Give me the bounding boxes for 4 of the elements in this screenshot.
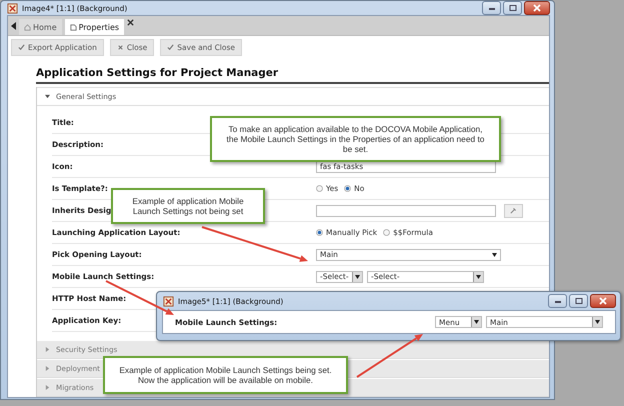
callout-tooltip: Example of application Mobile Launch Settings not being set [111,188,265,224]
callout-tooltip: Example of application Mobile Launch Settings being set. Now the application will be available on mobile. [103,356,348,394]
callout-tooltip: To make an application available to the DOCOVA Mobile Application, the Mobile Launch Settings in the Properties of an application need to be set. [210,116,501,162]
page-heading: Application Settings for Project Manager [36,67,549,84]
